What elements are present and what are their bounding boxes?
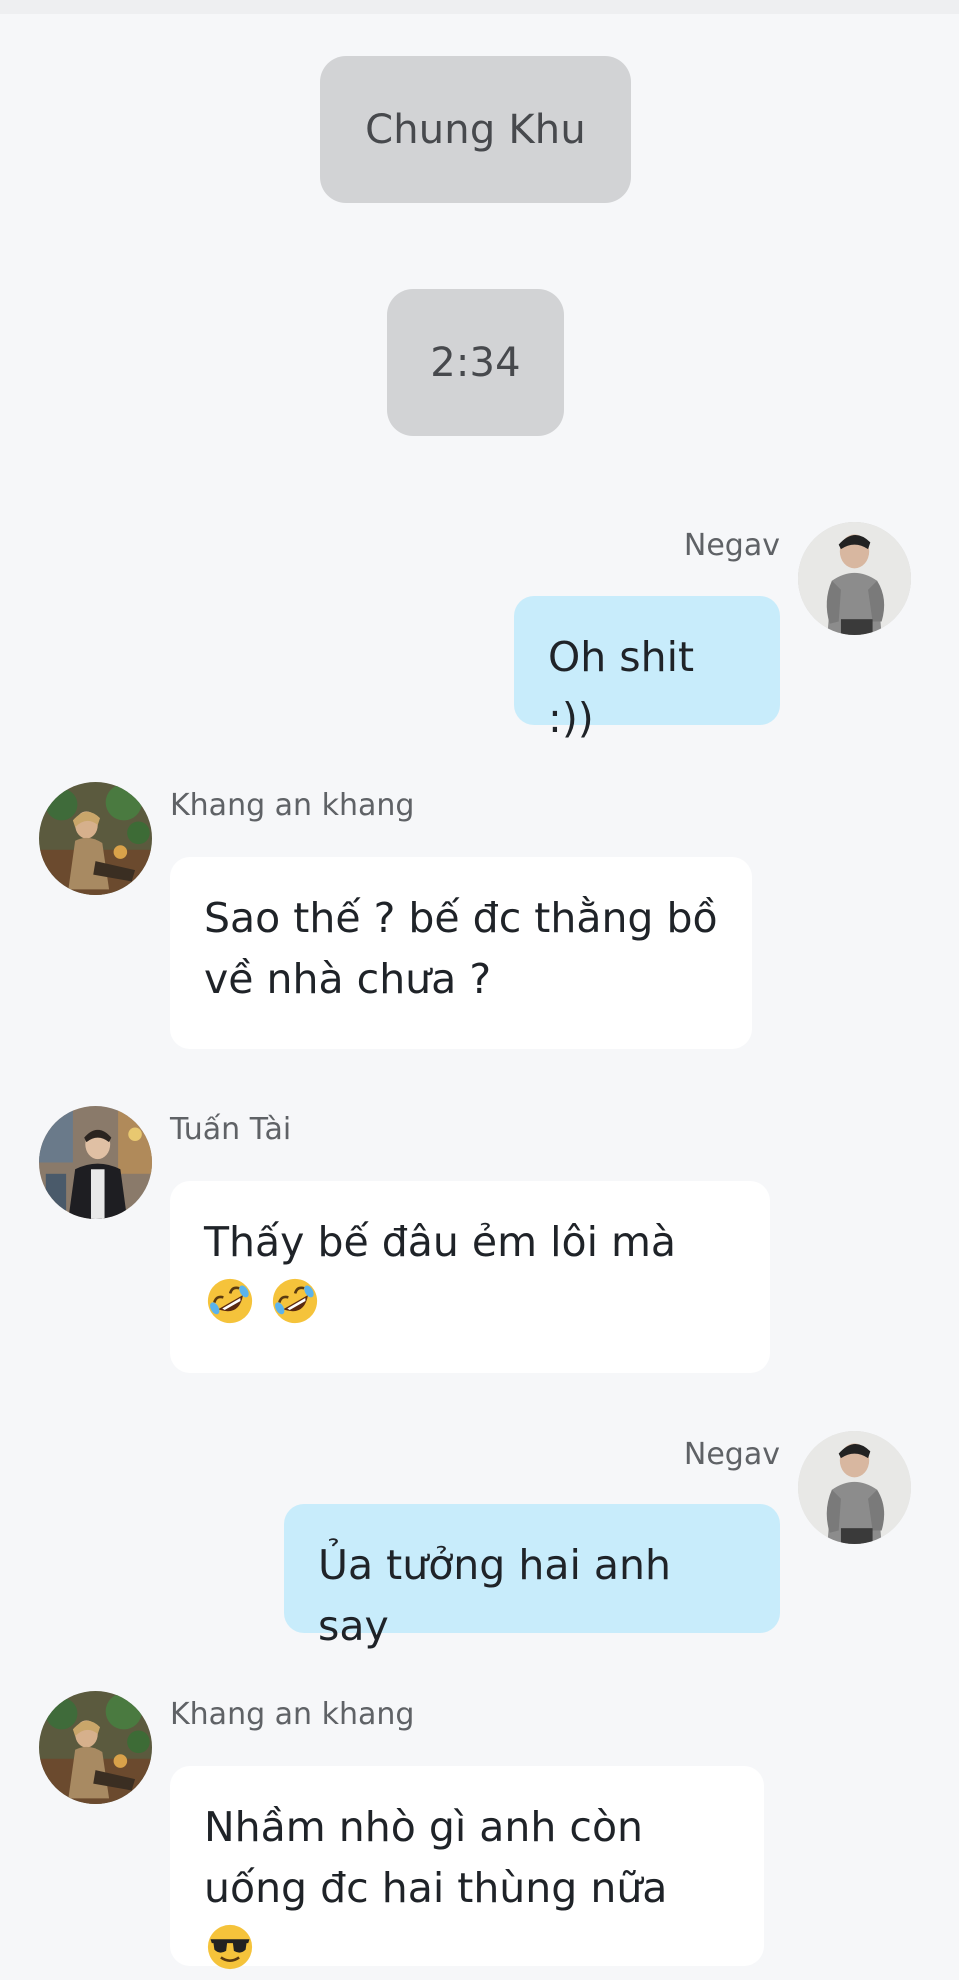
avatar-khang-image [39, 782, 152, 895]
sender-name: Negav [683, 528, 780, 563]
message-text: Oh shit :)) [548, 633, 695, 742]
timestamp-pill: 2:34 [387, 289, 564, 436]
group-name-pill: Chung Khu [320, 56, 631, 203]
message-text-line: uống đc hai thùng nữa [204, 1858, 730, 1980]
message-text: Sao thế ? bế đc thằng bồ về nhà chưa ? [204, 894, 718, 1003]
avatar-tuan-tai-image [39, 1106, 152, 1219]
group-name-label: Chung Khu [365, 106, 586, 153]
avatar[interactable] [798, 1431, 911, 1544]
top-bar-strip [0, 0, 959, 14]
message-text-line: Nhầm nhò gì anh còn [204, 1803, 644, 1851]
message-text: uống đc hai thùng nữa [204, 1864, 668, 1912]
sender-name: Negav [683, 1437, 780, 1472]
message-text: Ủa tưởng hai anh say [318, 1541, 671, 1650]
rolling-on-floor-laughing-emoji-icon [269, 1275, 321, 1327]
avatar-negav-image [798, 1431, 911, 1544]
avatar[interactable] [39, 1691, 152, 1804]
received-message-bubble[interactable]: Thấy bế đâu ẻm lôi mà [170, 1181, 770, 1373]
my-message-bubble[interactable]: Ủa tưởng hai anh say [284, 1504, 780, 1650]
sender-name: Tuấn Tài [170, 1112, 292, 1147]
received-message-bubble[interactable]: Sao thế ? bế đc thằng bồ về nhà chưa ? [170, 857, 752, 1049]
smiling-face-with-sunglasses-emoji-icon [204, 1921, 256, 1973]
avatar-khang-image [39, 1691, 152, 1804]
sender-name: Khang an khang [170, 788, 415, 823]
timestamp-label: 2:34 [430, 339, 521, 386]
received-message-bubble[interactable]: Nhầm nhò gì anh còn uống đc hai thùng nữ… [170, 1766, 764, 1970]
avatar[interactable] [39, 1106, 152, 1219]
sender-name: Khang an khang [170, 1697, 415, 1732]
my-message-bubble[interactable]: Oh shit :)) [514, 596, 780, 742]
avatar[interactable] [798, 522, 911, 635]
rolling-on-floor-laughing-emoji-icon [204, 1275, 256, 1327]
avatar-negav-image [798, 522, 911, 635]
message-text: Thấy bế đâu ẻm lôi mà [204, 1218, 677, 1266]
avatar[interactable] [39, 782, 152, 895]
